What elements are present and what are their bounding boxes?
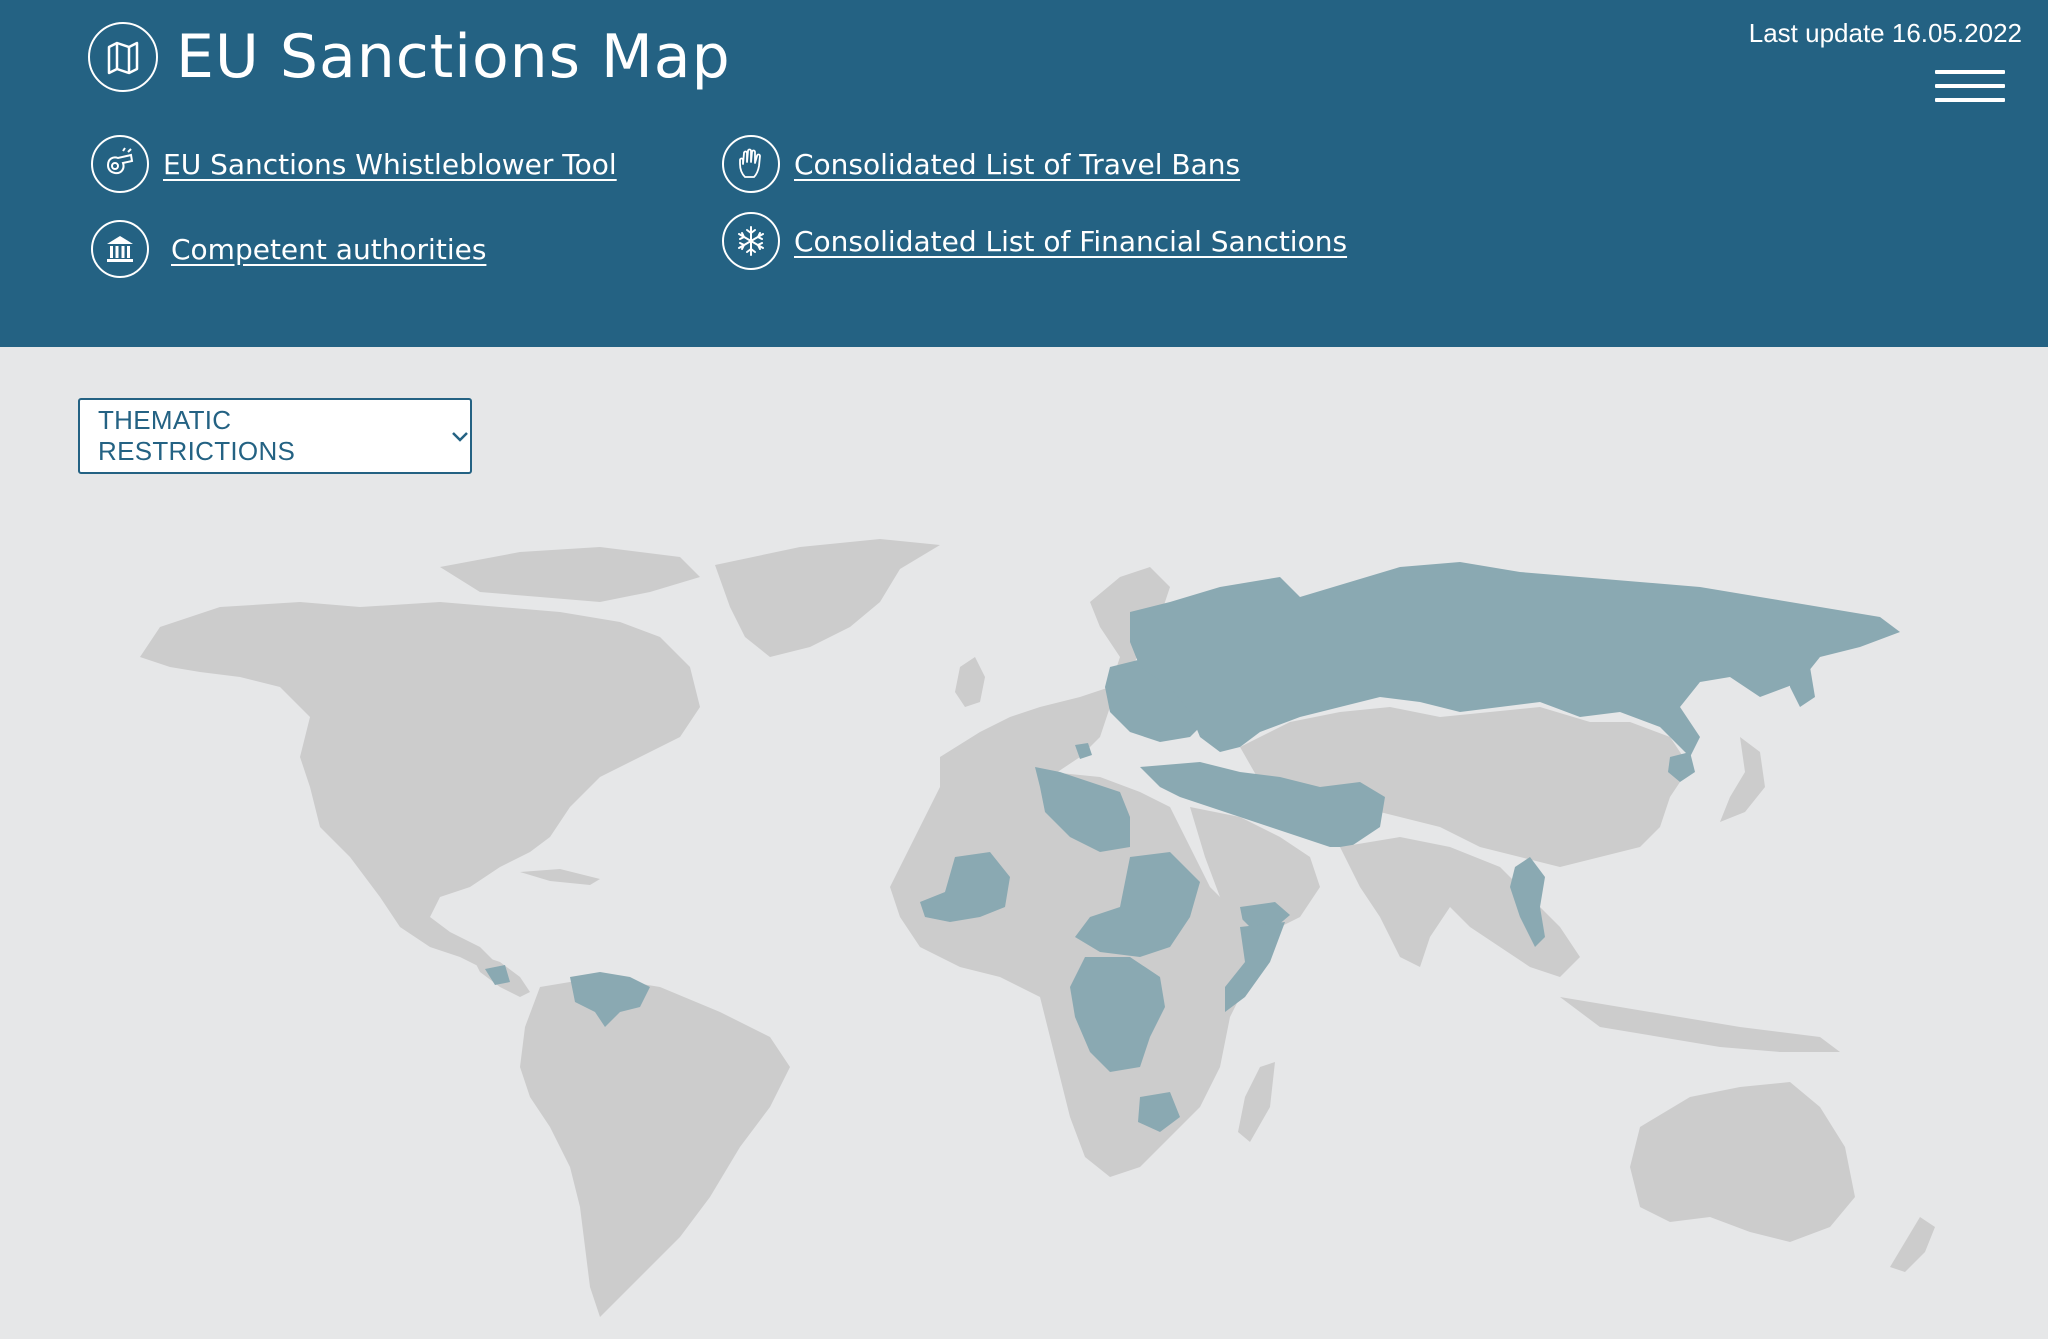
chevron-down-icon — [452, 432, 468, 442]
region-north-america[interactable] — [140, 602, 700, 972]
whistle-icon — [91, 135, 149, 193]
authorities-link[interactable]: Competent authorities — [91, 220, 486, 278]
hand-stop-icon — [722, 135, 780, 193]
region-uk[interactable] — [955, 657, 985, 707]
region-madagascar[interactable] — [1238, 1062, 1275, 1142]
region-indonesia[interactable] — [1560, 997, 1840, 1052]
region-australia[interactable] — [1630, 1082, 1855, 1242]
map-icon — [88, 22, 158, 92]
page-title: EU Sanctions Map — [176, 22, 731, 92]
last-update-text: Last update 16.05.2022 — [1748, 18, 2022, 48]
hamburger-icon — [1935, 70, 2005, 74]
world-map[interactable] — [0, 507, 2048, 1339]
institution-icon — [91, 220, 149, 278]
region-south-america[interactable] — [520, 977, 790, 1317]
thematic-restrictions-dropdown[interactable]: THEMATIC RESTRICTIONS — [78, 398, 472, 474]
region-caribbean[interactable] — [520, 869, 600, 885]
map-area: THEMATIC RESTRICTIONS — [0, 347, 2048, 1339]
menu-button[interactable] — [1935, 70, 2005, 110]
whistleblower-link-label[interactable]: EU Sanctions Whistleblower Tool — [163, 148, 617, 181]
region-new-zealand[interactable] — [1890, 1217, 1935, 1272]
header-bar: EU Sanctions Map Last update 16.05.2022 … — [0, 0, 2048, 347]
financial-sanctions-link-label[interactable]: Consolidated List of Financial Sanctions — [794, 225, 1347, 258]
dropdown-label: THEMATIC RESTRICTIONS — [98, 405, 296, 466]
region-canada-islands[interactable] — [440, 547, 700, 602]
region-japan[interactable] — [1720, 737, 1765, 822]
travel-bans-link[interactable]: Consolidated List of Travel Bans — [722, 135, 1240, 193]
snowflake-icon — [722, 212, 780, 270]
hamburger-icon-line — [1935, 84, 2005, 88]
whistleblower-link[interactable]: EU Sanctions Whistleblower Tool — [91, 135, 617, 193]
brand[interactable]: EU Sanctions Map — [88, 22, 731, 92]
financial-sanctions-link[interactable]: Consolidated List of Financial Sanctions — [722, 212, 1347, 270]
authorities-link-label[interactable]: Competent authorities — [171, 233, 486, 266]
hamburger-icon-line — [1935, 98, 2005, 102]
region-greenland[interactable] — [715, 539, 940, 657]
travel-bans-link-label[interactable]: Consolidated List of Travel Bans — [794, 148, 1240, 181]
